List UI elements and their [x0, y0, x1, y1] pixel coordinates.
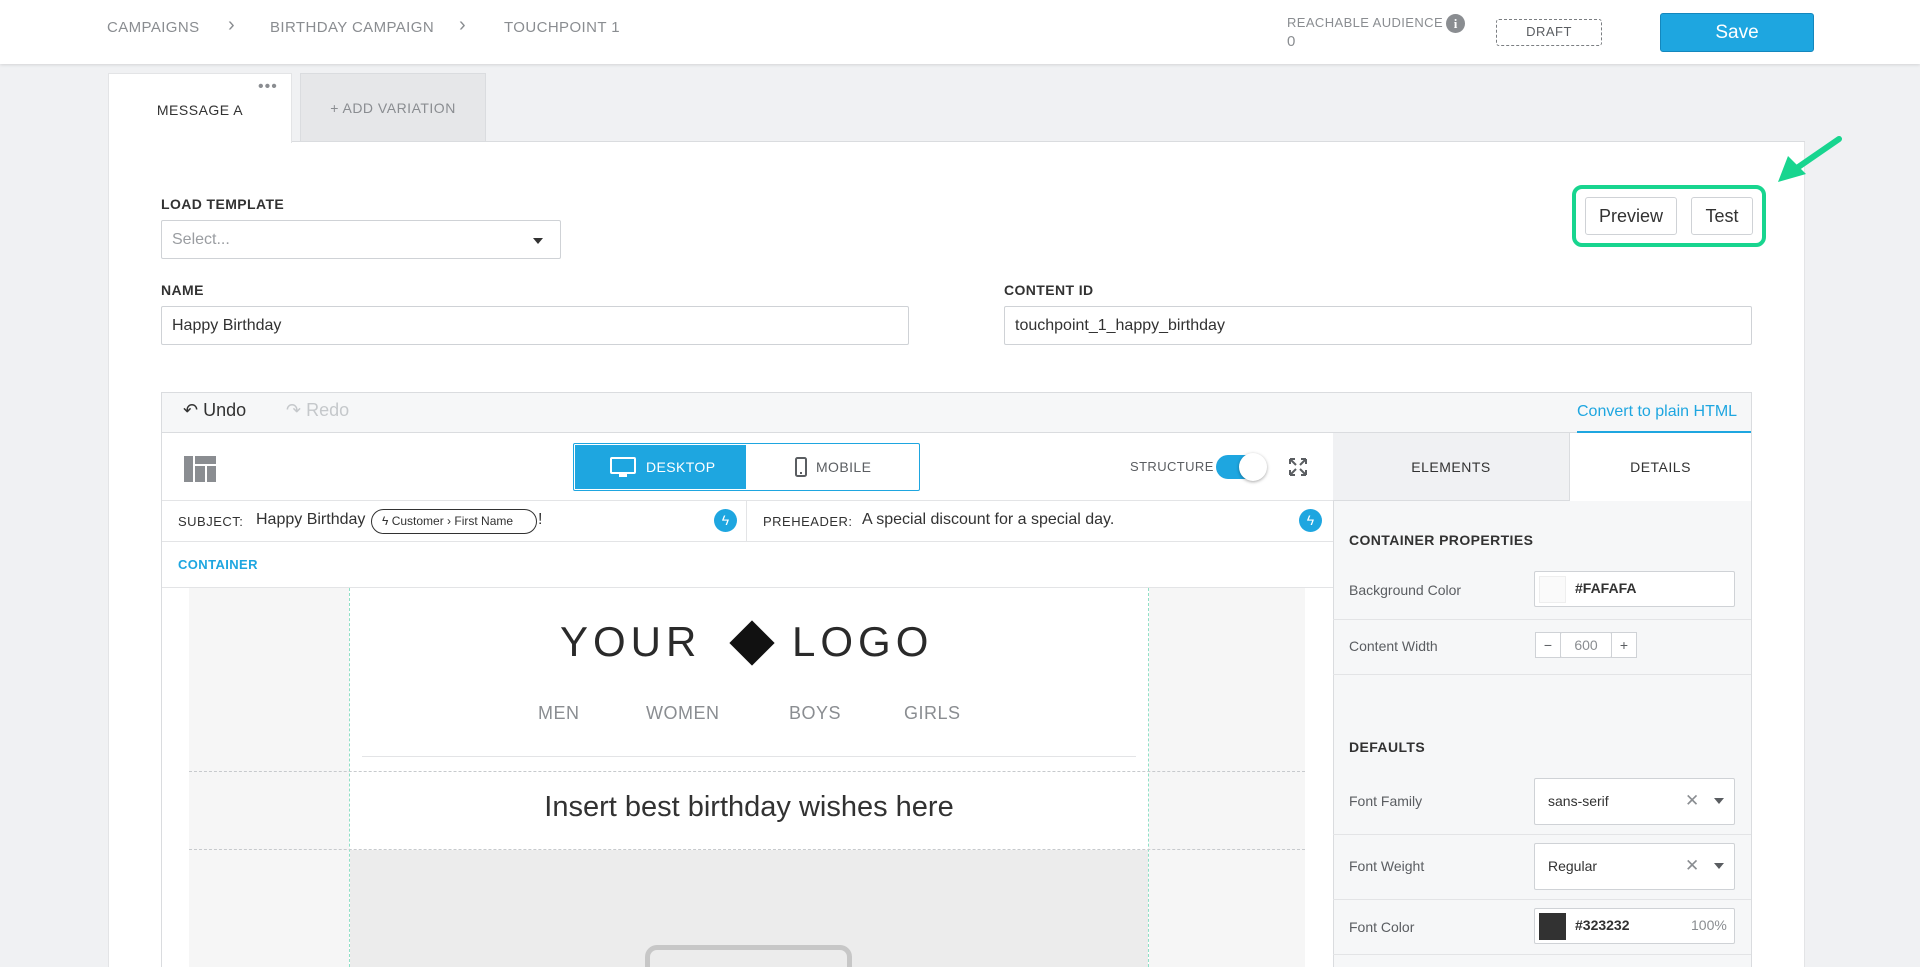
image-icon [645, 945, 852, 967]
font-family-select[interactable]: sans-serif ✕ [1534, 778, 1735, 825]
chevron-right-icon: › [228, 14, 235, 36]
font-color-opacity: 100% [1691, 917, 1727, 933]
redo-button[interactable]: ↷ Redo [286, 400, 349, 421]
clear-icon[interactable]: ✕ [1685, 856, 1699, 876]
structure-label: STRUCTURE [1130, 459, 1214, 474]
font-weight-label: Font Weight [1349, 858, 1425, 874]
preview-button[interactable]: Preview [1585, 197, 1677, 235]
nav-item-boys[interactable]: BOYS [789, 703, 841, 724]
background-color-value: #FAFAFA [1575, 580, 1637, 596]
divider [362, 756, 1136, 757]
nav-item-men[interactable]: MEN [538, 703, 580, 724]
breadcrumb-birthday-campaign[interactable]: BIRTHDAY CAMPAIGN [270, 19, 434, 36]
redo-label: Redo [306, 400, 350, 420]
font-color-field[interactable]: #323232 100% [1534, 908, 1735, 944]
font-color-label: Font Color [1349, 919, 1415, 935]
caret-down-icon [1714, 863, 1724, 869]
divider [1333, 834, 1751, 835]
divider [1333, 899, 1751, 900]
font-color-value: #323232 [1575, 917, 1630, 933]
editor-toolbar [162, 393, 1751, 433]
increment-button[interactable]: + [1611, 632, 1637, 658]
test-button[interactable]: Test [1691, 197, 1753, 235]
undo-button[interactable]: ↶ Undo [183, 400, 246, 421]
content-id-label: CONTENT ID [1004, 282, 1094, 298]
desktop-icon [610, 457, 636, 477]
preheader-text[interactable]: A special discount for a special day. [862, 511, 1114, 529]
font-color-swatch[interactable] [1539, 913, 1566, 940]
font-weight-select[interactable]: Regular ✕ [1534, 843, 1735, 890]
decrement-button[interactable]: − [1535, 632, 1561, 658]
divider [1333, 619, 1751, 620]
load-template-label: LOAD TEMPLATE [161, 196, 285, 212]
mobile-label: MOBILE [816, 459, 872, 475]
undo-label: Undo [203, 400, 247, 420]
tab-details[interactable]: DETAILS [1570, 433, 1751, 501]
container-properties-heading: CONTAINER PROPERTIES [1349, 532, 1534, 548]
logo-text-left: YOUR [560, 618, 702, 665]
preheader-label: PREHEADER: [763, 514, 853, 529]
content-width-label: Content Width [1349, 638, 1438, 654]
mobile-icon [795, 457, 807, 477]
breadcrumb-campaigns[interactable]: CAMPAIGNS [107, 19, 200, 36]
undo-icon: ↶ [183, 400, 199, 420]
layout-icon[interactable] [184, 456, 216, 482]
font-family-label: Font Family [1349, 793, 1423, 809]
defaults-heading: DEFAULTS [1349, 739, 1426, 755]
font-weight-value: Regular [1548, 858, 1598, 874]
load-template-select[interactable]: Select... [161, 220, 561, 259]
wishes-text[interactable]: Insert best birthday wishes here [349, 791, 1149, 824]
font-family-value: sans-serif [1548, 793, 1609, 809]
save-button[interactable]: Save [1660, 13, 1814, 52]
info-icon[interactable]: i [1446, 14, 1465, 33]
add-variation-tab[interactable]: + ADD VARIATION [300, 73, 486, 142]
bolt-icon[interactable]: ϟ [714, 509, 737, 532]
caret-down-icon [533, 238, 543, 244]
clear-icon[interactable]: ✕ [1685, 791, 1699, 811]
bolt-icon[interactable]: ϟ [1299, 509, 1322, 532]
background-color-field[interactable]: #FAFAFA [1534, 571, 1735, 607]
toggle-knob[interactable] [1239, 453, 1267, 481]
background-color-label: Background Color [1349, 582, 1462, 598]
desktop-label: DESKTOP [646, 459, 716, 475]
content-id-field[interactable]: touchpoint_1_happy_birthday [1004, 306, 1752, 345]
subject-text[interactable]: Happy Birthday [256, 511, 365, 529]
nav-item-women[interactable]: WOMEN [646, 703, 720, 724]
divider [1333, 674, 1751, 675]
content-width-input[interactable]: 600 [1560, 632, 1612, 658]
more-options-icon[interactable]: ••• [258, 78, 278, 96]
divider [746, 501, 747, 542]
desktop-button[interactable]: DESKTOP [575, 445, 746, 489]
convert-to-html-link[interactable]: Convert to plain HTML [1577, 403, 1737, 421]
divider [1333, 954, 1751, 955]
expand-icon[interactable] [1288, 457, 1308, 477]
redo-icon: ↷ [286, 400, 302, 420]
name-field[interactable]: Happy Birthday [161, 306, 909, 345]
subject-label: SUBJECT: [178, 514, 244, 529]
logo-text-right: LOGO [792, 618, 934, 665]
tab-elements[interactable]: ELEMENTS [1333, 433, 1570, 501]
reachable-audience-label: REACHABLE AUDIENCE [1287, 15, 1444, 30]
container-label[interactable]: CONTAINER [178, 557, 258, 572]
subject-suffix: ! [538, 511, 543, 528]
caret-down-icon [1714, 798, 1724, 804]
breadcrumb-touchpoint: TOUCHPOINT 1 [504, 19, 620, 36]
nav-item-girls[interactable]: GIRLS [904, 703, 961, 724]
arrow-icon [1778, 136, 1842, 182]
reachable-audience-value: 0 [1287, 33, 1296, 50]
background-color-swatch[interactable] [1539, 576, 1566, 603]
name-label: NAME [161, 282, 204, 298]
mobile-button[interactable]: MOBILE [746, 445, 918, 489]
status-badge: DRAFT [1496, 19, 1602, 46]
personalization-pill[interactable]: ϟ Customer › First Name [371, 509, 537, 534]
bolt-icon: ϟ [382, 514, 389, 528]
row-separator [189, 771, 1305, 772]
load-template-placeholder: Select... [172, 231, 230, 248]
pill-label: Customer › First Name [391, 514, 514, 528]
chevron-right-icon: › [459, 14, 466, 36]
